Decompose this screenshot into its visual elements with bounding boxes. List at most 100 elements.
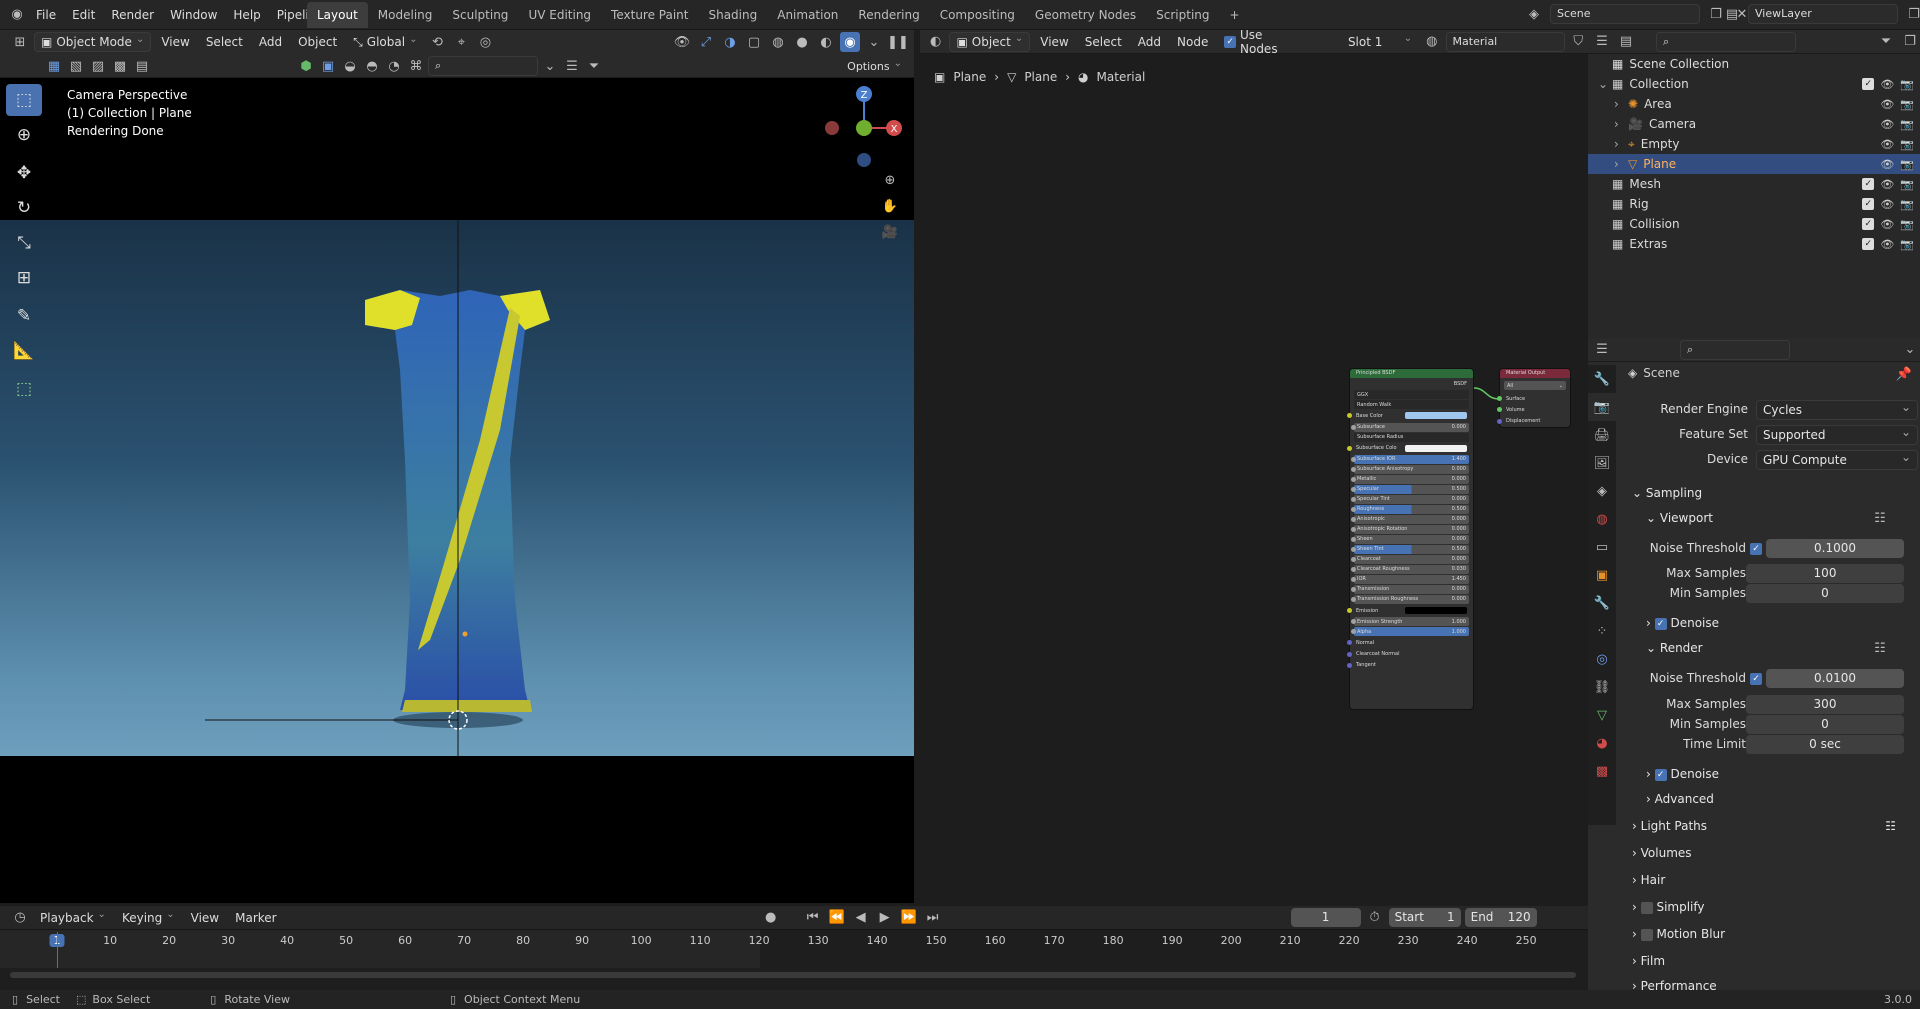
shading-options-icon[interactable]: ⌄ (864, 32, 884, 52)
sort-icon[interactable]: ☰ (562, 56, 582, 76)
r-denoise-checkbox[interactable]: ✓ (1654, 768, 1667, 781)
tab-texture-paint[interactable]: Texture Paint (601, 2, 698, 28)
data-tab-icon[interactable]: ▽ (1588, 701, 1616, 729)
chevron-right-icon[interactable]: › (1614, 97, 1628, 111)
collection-filter-icon[interactable]: ⬢ (296, 56, 316, 76)
constraints-tab-icon[interactable]: ⛓ (1588, 673, 1616, 701)
outliner-item-collision[interactable]: ▦ Collision ✓ 👁 📷 (1588, 214, 1920, 234)
vp-denoise-checkbox[interactable]: ✓ (1654, 617, 1667, 630)
view-layer-tab-icon[interactable]: 🖼 (1588, 449, 1616, 477)
outliner-item-collection[interactable]: ⌄ ▦ Collection ✓ 👁 📷 (1588, 74, 1920, 94)
snap-icon[interactable]: ⌖ (451, 32, 471, 52)
filter-object-icon[interactable]: ▣ (318, 56, 338, 76)
tab-rendering[interactable]: Rendering (848, 2, 929, 28)
render-visibility-icon[interactable]: 📷 (1900, 98, 1914, 111)
slot-dropdown[interactable]: Slot 1 (1342, 32, 1418, 52)
proportional-edit-icon[interactable]: ◎ (475, 32, 495, 52)
outliner-item-camera[interactable]: › 🎥 Camera 👁 📷 (1588, 114, 1920, 134)
vp-denoise-subpanel[interactable]: › ✓ Denoise (1646, 616, 1719, 630)
panel-performance[interactable]: › Performance (1632, 979, 1717, 990)
jump-start-icon[interactable]: ⏮ (803, 908, 823, 928)
panel-motion-blur[interactable]: › Motion Blur (1632, 927, 1725, 941)
texture-tab-icon[interactable]: ▩ (1588, 757, 1616, 785)
use-nodes-checkbox[interactable]: ✓ (1224, 35, 1236, 48)
chevron-down-icon[interactable]: ⌄ (1598, 77, 1612, 91)
pin-icon[interactable]: 📌 (1894, 364, 1914, 384)
select-intersect-icon[interactable]: ▤ (132, 56, 152, 76)
eye-icon[interactable]: 👁 (1880, 118, 1894, 131)
scene-icon[interactable]: ◈ (1524, 4, 1544, 24)
tab-scripting[interactable]: Scripting (1146, 2, 1219, 28)
options-dropdown[interactable]: Options (841, 56, 908, 76)
outliner-item-rig[interactable]: ▦ Rig ✓ 👁 📷 (1588, 194, 1920, 214)
simplify-checkbox[interactable] (1640, 901, 1653, 914)
tab-modeling[interactable]: Modeling (368, 2, 443, 28)
eye-icon[interactable]: 👁 (1880, 138, 1894, 151)
jump-end-icon[interactable]: ⏭ (923, 908, 943, 928)
new-collection-icon[interactable]: ❐ (1900, 32, 1920, 52)
render-visibility-icon[interactable]: 📷 (1900, 138, 1914, 151)
scale-tool-icon[interactable]: ⤡ (6, 227, 42, 259)
render-subpanel-header[interactable]: ⌄ Render (1646, 641, 1703, 655)
timeline-menu-keying[interactable]: Keying (116, 908, 181, 928)
properties-search-input[interactable]: ⌕ (1680, 339, 1790, 360)
prev-keyframe-icon[interactable]: ⏪ (827, 908, 847, 928)
tab-geometry-nodes[interactable]: Geometry Nodes (1025, 2, 1146, 28)
current-frame-field[interactable]: 1 (1290, 908, 1361, 927)
autokey-record-icon[interactable]: ● (761, 908, 781, 928)
scene-tab-icon[interactable]: ◈ (1588, 477, 1616, 505)
next-keyframe-icon[interactable]: ⏩ (899, 908, 919, 928)
transform-tool-icon[interactable]: ⊞ (6, 262, 42, 294)
filter-mesh-icon[interactable]: ◒ (340, 56, 360, 76)
chevron-right-icon[interactable]: › (1614, 137, 1628, 151)
overlay-toggle-icon[interactable]: ◑ (720, 32, 740, 52)
menu-window[interactable]: Window (162, 0, 225, 30)
render-visibility-icon[interactable]: 📷 (1900, 178, 1914, 191)
select-subtract-icon[interactable]: ▨ (88, 56, 108, 76)
orientation-dropdown[interactable]: ⤡ Global (347, 32, 423, 52)
blender-logo-icon[interactable]: ◉ (6, 5, 28, 25)
viewport-menu-add[interactable]: Add (253, 32, 288, 52)
move-tool-icon[interactable]: ✥ (6, 157, 42, 189)
playhead[interactable] (57, 932, 58, 968)
physics-tab-icon[interactable]: ◎ (1588, 645, 1616, 673)
presets-list-icon[interactable]: ☷ (1885, 819, 1896, 833)
panel-light-paths[interactable]: › Light Paths ☷ (1632, 819, 1912, 833)
end-frame-field[interactable]: End 120 (1464, 908, 1537, 927)
outliner-search-input[interactable]: ⌕ (1656, 31, 1796, 52)
chevron-right-icon[interactable]: › (1614, 157, 1628, 171)
panel-hair[interactable]: › Hair (1632, 873, 1665, 887)
properties-options-icon[interactable]: ⌄ (1900, 340, 1920, 360)
render-visibility-icon[interactable]: 📷 (1900, 118, 1914, 131)
timeline-type-icon[interactable]: ◷ (10, 908, 30, 928)
viewport-menu-object[interactable]: Object (292, 32, 343, 52)
viewport-search-input[interactable]: ⌕ (428, 56, 538, 76)
add-workspace-icon[interactable]: + (1220, 2, 1250, 28)
vp-noise-threshold-checkbox[interactable]: ✓ (1750, 543, 1762, 555)
start-frame-field[interactable]: Start 1 (1388, 908, 1461, 927)
render-visibility-icon[interactable]: 📷 (1900, 198, 1914, 211)
render-engine-dropdown[interactable]: Cycles (1756, 398, 1918, 420)
tab-layout[interactable]: Layout (307, 2, 368, 28)
select-extend-icon[interactable]: ▧ (66, 56, 86, 76)
node-editor-type-icon[interactable]: ◐ (926, 32, 945, 52)
use-nodes-toggle[interactable]: ✓ Use Nodes (1218, 28, 1308, 56)
select-new-icon[interactable]: ▦ (44, 56, 64, 76)
material-name-field[interactable]: Material (1445, 31, 1565, 52)
viewport-menu-view[interactable]: View (155, 32, 195, 52)
select-box-tool-icon[interactable]: ⬚ (6, 84, 42, 116)
output-tab-icon[interactable]: 🖨 (1588, 421, 1616, 449)
xray-icon[interactable]: ▢ (744, 32, 764, 52)
outliner-item-area[interactable]: › ✺ Area 👁 📷 (1588, 94, 1920, 114)
panel-volumes[interactable]: › Volumes (1632, 846, 1692, 860)
view-layer-field[interactable]: ViewLayer (1748, 4, 1898, 24)
exclude-checkbox[interactable]: ✓ (1862, 177, 1875, 190)
node-object-dropdown[interactable]: ▣ Object (949, 31, 1031, 52)
filter-other-icon[interactable]: ⌘ (406, 56, 426, 76)
material-shading-icon[interactable]: ◐ (816, 32, 836, 52)
r-max-samples-field[interactable]: 300 (1746, 695, 1904, 714)
timeline-menu-marker[interactable]: Marker (229, 908, 282, 928)
gizmo-toggle-icon[interactable]: ⤢ (696, 32, 716, 52)
exclude-checkbox[interactable]: ✓ (1862, 217, 1875, 230)
render-visibility-icon[interactable]: 📷 (1900, 218, 1914, 231)
